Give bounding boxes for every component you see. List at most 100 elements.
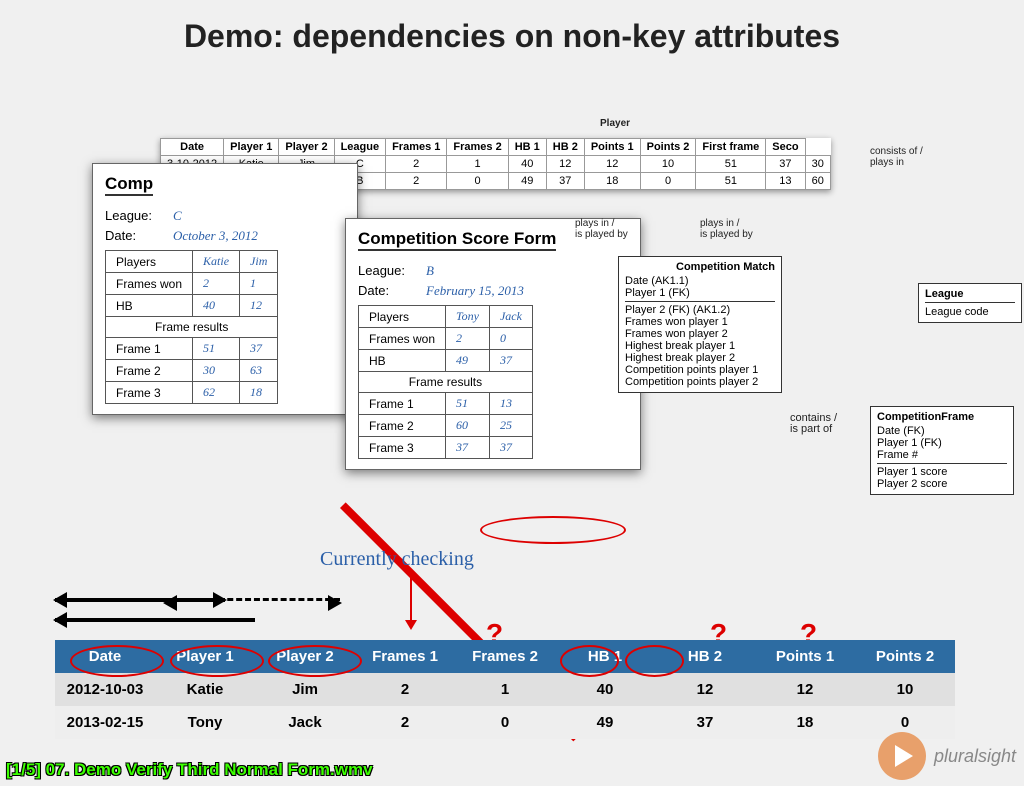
cell: 63 <box>240 360 278 382</box>
cell: Frame 1 <box>106 338 193 360</box>
currently-checking-label: Currently checking <box>320 548 474 571</box>
td: 30 <box>805 156 830 173</box>
entity-match: Competition Match Date (AK1.1) Player 1 … <box>618 256 782 393</box>
dashed-arrow-icon <box>165 598 340 601</box>
th-pt1: Points 1 <box>755 640 855 673</box>
cell: HB <box>106 295 193 317</box>
cell: 51 <box>446 393 490 415</box>
td: 51 <box>696 156 766 173</box>
attr: Date (AK1.1) <box>625 275 775 287</box>
cell: 37 <box>489 437 532 459</box>
attr: Player 2 score <box>877 478 1007 490</box>
attr: Player 1 score <box>877 463 1007 478</box>
td: 2 <box>386 156 447 173</box>
th-p1: Player 1 <box>224 139 279 156</box>
brand-label: pluralsight <box>934 746 1016 767</box>
red-circle-frame3 <box>480 516 626 544</box>
cell: Frame 2 <box>106 360 193 382</box>
td: 49 <box>508 173 546 190</box>
cell: HB <box>359 350 446 372</box>
play-icon[interactable] <box>878 732 926 780</box>
cell: Jack <box>489 306 532 328</box>
entity-frame-name: CompetitionFrame <box>877 411 1007 423</box>
cell: 0 <box>489 328 532 350</box>
score-form-a: Comp League:C Date:October 3, 2012 Playe… <box>92 163 358 415</box>
cell: 51 <box>193 338 240 360</box>
td: 2 <box>386 173 447 190</box>
cell: Frame 3 <box>359 437 446 459</box>
rel-consists-of: consists of / plays in <box>870 146 923 168</box>
td: 2013-02-15 <box>55 706 155 739</box>
cell: Frames won <box>359 328 446 350</box>
th-f2: Frames 2 <box>455 640 555 673</box>
td: Jim <box>255 673 355 706</box>
attr: Competition points player 2 <box>625 376 775 388</box>
cell: Players <box>359 306 446 328</box>
form-a-grid: PlayersKatieJim Frames won21 HB4012 Fram… <box>105 250 278 404</box>
td: 2012-10-03 <box>55 673 155 706</box>
attr: Highest break player 2 <box>625 352 775 364</box>
key-circle-hb2 <box>625 645 684 677</box>
td: Katie <box>155 673 255 706</box>
th-league: League <box>334 139 386 156</box>
td: 18 <box>755 706 855 739</box>
key-circle-p2 <box>268 645 362 677</box>
form-a-header: Comp <box>105 174 153 196</box>
td: 40 <box>508 156 546 173</box>
rel-plays-in-1: plays in / is played by <box>575 218 628 240</box>
video-caption: [1/5] 07. Demo Verify Third Normal Form.… <box>6 760 373 780</box>
td: 18 <box>584 173 640 190</box>
attr: Competition points player 1 <box>625 364 775 376</box>
form-b-grid: PlayersTonyJack Frames won20 HB4937 Fram… <box>358 305 533 459</box>
td: 40 <box>555 673 655 706</box>
cell: Frame 1 <box>359 393 446 415</box>
td: 12 <box>655 673 755 706</box>
td: 37 <box>766 156 805 173</box>
entity-frame: CompetitionFrame Date (FK) Player 1 (FK)… <box>870 406 1014 495</box>
lbl-league: League: <box>358 263 426 278</box>
td: 10 <box>640 156 696 173</box>
attr: Frames won player 1 <box>625 316 775 328</box>
td: 12 <box>755 673 855 706</box>
th-pt2: Points 2 <box>855 640 955 673</box>
key-circle-date <box>70 645 164 677</box>
cell: Jim <box>240 251 278 273</box>
td: 12 <box>546 156 584 173</box>
red-arrow-down-icon <box>410 573 412 628</box>
td: 12 <box>584 156 640 173</box>
entity-league-attr: League code <box>925 302 1015 318</box>
key-circle-hb1 <box>560 645 619 677</box>
entity-league-name: League <box>925 288 1015 300</box>
cell: 2 <box>193 273 240 295</box>
form-b-header: Competition Score Form <box>358 229 556 251</box>
entity-player-label: Player <box>600 118 630 129</box>
cell: 37 <box>489 350 532 372</box>
th-pt1: Points 1 <box>584 139 640 156</box>
th-hb1: HB 1 <box>508 139 546 156</box>
th-sf: Seco <box>766 139 805 156</box>
entity-league: League League code <box>918 283 1022 323</box>
td: Jack <box>255 706 355 739</box>
val-date: October 3, 2012 <box>173 228 258 243</box>
td: Tony <box>155 706 255 739</box>
cell: 18 <box>240 382 278 404</box>
td: 51 <box>696 173 766 190</box>
val-league: B <box>426 263 434 278</box>
cell: 2 <box>446 328 490 350</box>
lbl-date: Date: <box>105 228 173 243</box>
cell: 12 <box>240 295 278 317</box>
cell: 49 <box>446 350 490 372</box>
td: 10 <box>855 673 955 706</box>
th-pt2: Points 2 <box>640 139 696 156</box>
attr: Highest break player 1 <box>625 340 775 352</box>
cell: 13 <box>489 393 532 415</box>
th-date: Date <box>161 139 224 156</box>
single-arrow-icon <box>55 618 255 622</box>
cell: Frame results <box>359 372 533 393</box>
th-f1: Frames 1 <box>355 640 455 673</box>
th-p2: Player 2 <box>279 139 334 156</box>
cell: Frame 3 <box>106 382 193 404</box>
td: 1 <box>447 156 508 173</box>
cell: Frame 2 <box>359 415 446 437</box>
cell: 37 <box>240 338 278 360</box>
